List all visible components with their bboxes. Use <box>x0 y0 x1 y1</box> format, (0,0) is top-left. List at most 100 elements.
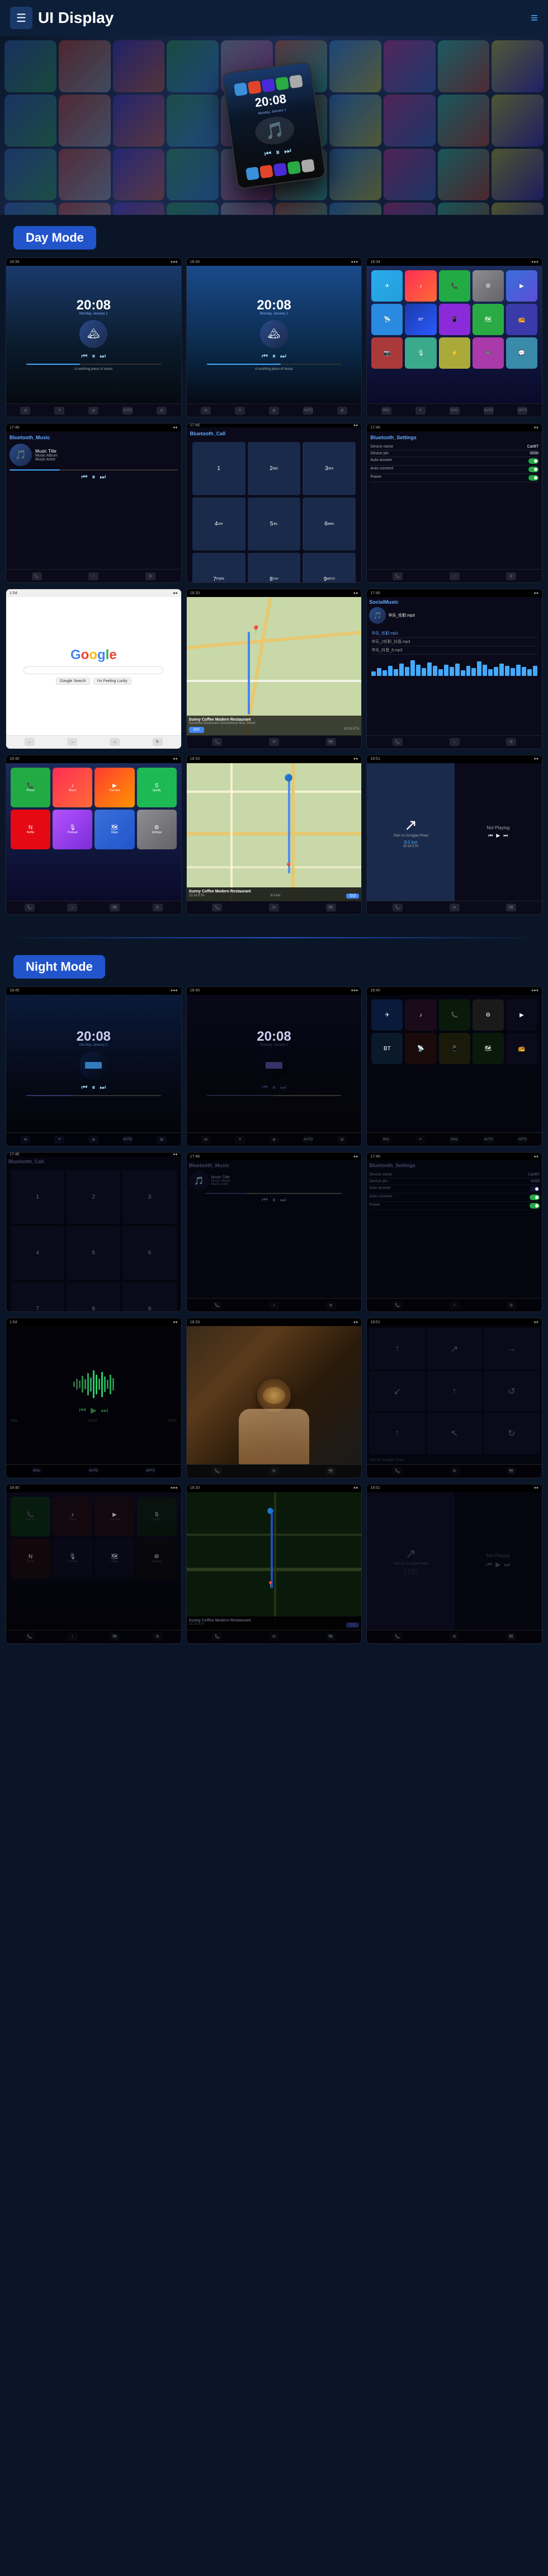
forward-icon[interactable]: → <box>67 738 77 746</box>
bt-next[interactable]: ⏭ <box>100 473 106 481</box>
apts-icon[interactable]: APTS <box>517 407 527 415</box>
nnt-prev[interactable]: ⏮ <box>486 1560 492 1569</box>
key-6[interactable]: 6 MNO <box>303 497 356 551</box>
ios-bottom-4[interactable]: ⚙ <box>153 904 163 911</box>
email-icon-2[interactable]: ✉ <box>201 407 211 415</box>
settings-bt-icon[interactable]: ⚙ <box>145 572 155 580</box>
n1-add[interactable]: ⊕ <box>88 1136 98 1144</box>
bnl-icon[interactable]: BNL <box>381 407 391 415</box>
night-nav-turn[interactable]: 18:51●● ↗ Start on Dongjiao Road 9.0 km … <box>366 1484 542 1644</box>
refresh-icon[interactable]: ↻ <box>153 738 163 746</box>
night-music-home-2[interactable]: 18:40●●● 20:08 Monday, January 1 ⏮ ⏸ ⏭ <box>186 986 362 1146</box>
nm-go[interactable]: GO <box>346 1623 359 1628</box>
ios-youtube[interactable]: ▶YouTube <box>95 768 134 807</box>
prev-btn-2[interactable]: ⏮ <box>262 352 268 360</box>
night-app-3[interactable]: 📱 <box>439 1033 470 1064</box>
n3-menu[interactable]: ≡ <box>415 1136 426 1144</box>
auto-icon-2[interactable]: AUTO <box>303 407 313 415</box>
nw-dial[interactable]: DIAL <box>32 1467 42 1475</box>
settings-icon-2[interactable]: ⚙ <box>337 407 347 415</box>
nios-netflix[interactable]: NNetflix <box>11 1539 50 1578</box>
day-map[interactable]: 18:33●● 📍 Sunny Coffee <box>186 589 362 749</box>
app-settings[interactable]: ⚙ <box>473 270 504 302</box>
night-app-launcher[interactable]: 18:40●●● ✈ ♪ 📞 ⚙ ▶ BT 📡 📱 🗺 📻 <box>366 986 542 1146</box>
power-toggle[interactable] <box>528 475 538 481</box>
auto-connect-toggle[interactable] <box>528 467 538 472</box>
nav-phone[interactable]: 📞 <box>393 904 403 911</box>
menu-icon-2[interactable]: ≡ <box>235 407 245 415</box>
email-icon[interactable]: ✉ <box>20 407 30 415</box>
menu-icon[interactable]: ☰ <box>16 11 26 25</box>
nbt-play[interactable]: ⏸ <box>272 1196 276 1204</box>
music-item-2[interactable]: 华乐_2任职_抖音.mp3 <box>371 638 537 646</box>
app-telegram[interactable]: ✈ <box>371 270 403 302</box>
nnav-3[interactable]: 🗺 <box>506 1467 516 1475</box>
nios-phone[interactable]: 📞Phone <box>11 1497 50 1536</box>
app-10[interactable]: 💬 <box>506 337 537 369</box>
nav-map[interactable]: 🗺 <box>506 904 516 911</box>
ios-netflix[interactable]: NNetflix <box>11 810 50 849</box>
ios-maps[interactable]: 🗺Maps <box>95 810 134 849</box>
cs-music-controls-n1[interactable]: ⏮ ⏸ ⏭ <box>82 1083 106 1092</box>
menu-icon-3[interactable]: ≡ <box>415 407 426 415</box>
app-8[interactable]: ⚡ <box>439 337 470 369</box>
nav-msg[interactable]: ✉ <box>450 904 460 911</box>
prev-n2[interactable]: ⏮ <box>262 1083 268 1092</box>
nbts-auto-connect[interactable] <box>530 1195 540 1200</box>
day-bt-settings[interactable]: 17:46●● Bluetooth_Settings Device name C… <box>366 423 542 583</box>
next-n1[interactable]: ⏭ <box>100 1083 106 1092</box>
night-app-1[interactable]: ▶ <box>506 999 537 1031</box>
nav-icon[interactable]: ≡ <box>531 11 538 25</box>
music-item-1[interactable]: 华乐_任职.mp3 <box>371 629 537 638</box>
mapf-map[interactable]: 🗺 <box>326 904 336 911</box>
nkey-7[interactable]: 7 <box>11 1282 64 1312</box>
social-phone-icon[interactable]: 📞 <box>393 738 403 746</box>
key-8[interactable]: 8 TUV <box>248 553 301 582</box>
food-map[interactable]: 🗺 <box>326 1467 336 1475</box>
n2-menu[interactable]: ≡ <box>235 1136 245 1144</box>
key-1[interactable]: 1 <box>192 442 245 495</box>
nm-map[interactable]: 🗺 <box>326 1633 336 1640</box>
nav-prev[interactable]: ⏮ <box>488 833 493 839</box>
n3-apts[interactable]: APTS <box>517 1136 527 1144</box>
app-1[interactable]: ▶ <box>506 270 537 302</box>
google-lucky-btn[interactable]: I'm Feeling Lucky <box>93 678 131 685</box>
night-app-music[interactable]: ♪ <box>405 999 436 1031</box>
nnt-phone[interactable]: 📞 <box>393 1633 403 1640</box>
app-5[interactable]: 📻 <box>506 304 537 335</box>
nios-music[interactable]: ♪Music <box>53 1497 92 1536</box>
nm-phone[interactable]: 📞 <box>212 1633 222 1640</box>
nnt-map[interactable]: 🗺 <box>506 1633 516 1640</box>
food-phone[interactable]: 📞 <box>212 1467 222 1475</box>
add-icon[interactable]: ⊕ <box>88 407 98 415</box>
auto-icon[interactable]: AUTO <box>122 407 133 415</box>
nbt-prev[interactable]: ⏮ <box>262 1196 268 1204</box>
nios-b2[interactable]: ♪ <box>67 1633 77 1640</box>
night-ios-launcher[interactable]: 18:40●●● 📞Phone ♪Music ▶YouTube SSpotify… <box>6 1484 182 1644</box>
night-bt-music[interactable]: 17:46●● Bluetooth_Music 🎵 Music Title Mu… <box>186 1152 362 1312</box>
home-icon-g[interactable]: ⌂ <box>110 738 120 746</box>
map-phone-icon[interactable]: 📞 <box>212 738 222 746</box>
settings-icon[interactable]: ⚙ <box>157 407 167 415</box>
app-music[interactable]: ♪ <box>405 270 436 302</box>
map-nav-icon[interactable]: 🗺 <box>326 738 336 746</box>
ios-music[interactable]: ♪Music <box>53 768 92 807</box>
cs-music-controls-2[interactable]: ⏮ ⏸ ⏭ <box>262 352 286 360</box>
nios-maps[interactable]: 🗺Maps <box>95 1539 134 1578</box>
play-btn-2[interactable]: ⏸ <box>272 352 276 360</box>
n3-dial[interactable]: DIAL <box>450 1136 460 1144</box>
ios-bottom-1[interactable]: 📞 <box>25 904 35 911</box>
nkey-5[interactable]: 5 <box>67 1226 120 1280</box>
social-music-icon[interactable]: ♪ <box>450 738 460 746</box>
day-social-music[interactable]: 17:46●● SocialMusic 🎵 华乐_任职.mp3 华乐_任职.mp… <box>366 589 542 749</box>
nav-play[interactable]: ▶ <box>496 833 500 839</box>
ios-podcast[interactable]: 🎙Podcast <box>53 810 92 849</box>
wave-controls[interactable]: ⏮ ▶ ⏭ <box>79 1405 108 1415</box>
app-bt[interactable]: BT <box>405 304 436 335</box>
nbts-music[interactable]: ♪ <box>450 1301 460 1309</box>
ios-spotify[interactable]: SSpotify <box>137 768 177 807</box>
day-google[interactable]: 1:54●● Google Google Search I'm Feeling … <box>6 589 182 749</box>
map-go-btn[interactable]: GO <box>346 894 359 899</box>
next-n2[interactable]: ⏭ <box>280 1083 286 1092</box>
nav-media-controls[interactable]: ⏮ ▶ ⏭ <box>488 833 508 839</box>
